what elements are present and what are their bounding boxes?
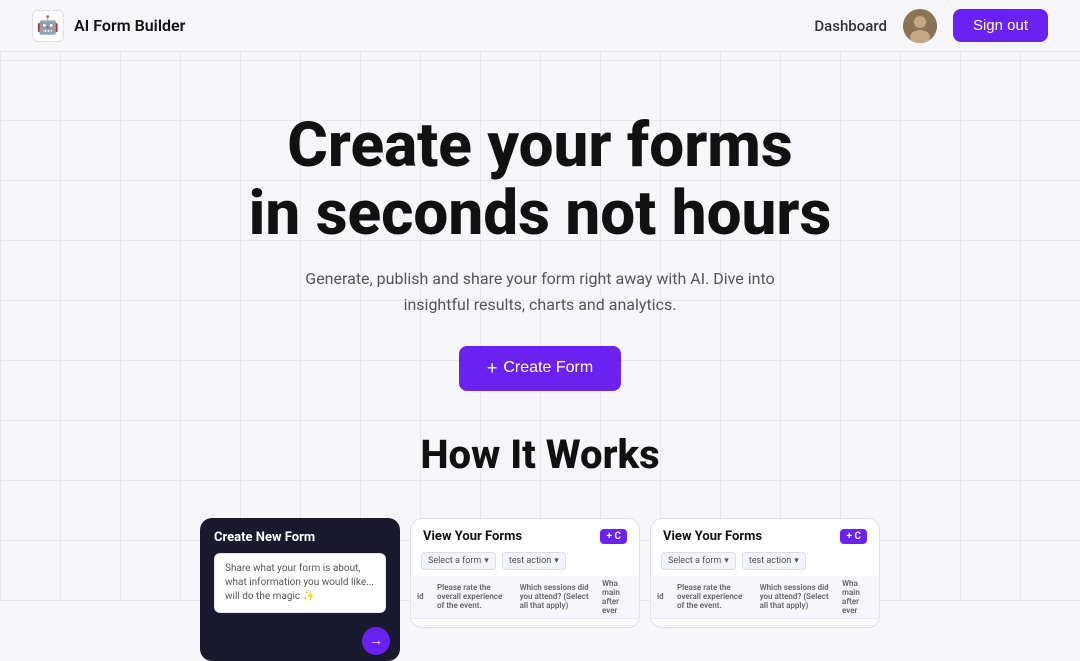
action-dropdown-2[interactable]: test action ▾ [742, 552, 806, 570]
chevron-down-icon-2: ▾ [554, 556, 559, 566]
avatar-image [903, 9, 937, 43]
signout-button[interactable]: Sign out [953, 9, 1048, 42]
select-row-1: Select a form ▾ test action ▾ [411, 552, 639, 576]
navbar: 🤖 AI Form Builder Dashboard Sign out [0, 0, 1080, 52]
col-extra-2: Wha main after ever [836, 576, 879, 619]
plus-badge-1[interactable]: + C [600, 529, 627, 544]
select-form-dropdown-2[interactable]: Select a form ▾ [661, 552, 736, 570]
navbar-right: Dashboard Sign out [814, 9, 1048, 43]
card-title: Create New Form [214, 530, 386, 545]
view-forms-title-1: View Your Forms [423, 529, 522, 544]
plus-icon: + [487, 358, 498, 379]
card-header: Create New Form Share what your form is … [200, 518, 400, 621]
table-header-row-2: id Please rate the overall experience of… [651, 576, 879, 619]
select-row-2: Select a form ▾ test action ▾ [651, 552, 879, 576]
table-row [651, 618, 879, 625]
dashboard-link[interactable]: Dashboard [814, 17, 887, 35]
submit-arrow-button[interactable]: → [362, 627, 390, 655]
select-form-dropdown-1[interactable]: Select a form ▾ [421, 552, 496, 570]
avatar-svg [903, 9, 937, 43]
chevron-down-icon-3: ▾ [724, 556, 729, 566]
app-title: AI Form Builder [74, 16, 185, 35]
view-forms-card-2: View Your Forms + C Select a form ▾ test… [650, 518, 880, 628]
table-header-row-1: id Please rate the overall experience of… [411, 576, 639, 619]
create-form-button[interactable]: + Create Form [459, 346, 621, 391]
arrow-right-icon: → [369, 632, 383, 649]
app-logo: 🤖 [32, 10, 64, 42]
form-description-input[interactable]: Share what your form is about, what info… [214, 553, 386, 613]
card-view-header-2: View Your Forms + C [651, 519, 879, 552]
chevron-down-icon-4: ▾ [794, 556, 799, 566]
how-it-works-section: How It Works [0, 421, 1080, 518]
card-arrow-area: → [200, 621, 400, 661]
plus-badge-2[interactable]: + C [840, 529, 867, 544]
view-forms-card-1: View Your Forms + C Select a form ▾ test… [410, 518, 640, 628]
hero-subtitle: Generate, publish and share your form ri… [305, 266, 775, 317]
hero-title: Create your forms in seconds not hours [20, 112, 1060, 248]
col-id-2: id [651, 576, 671, 619]
col-rate-1: Please rate the overall experience of th… [431, 576, 514, 619]
col-sessions-2: Which sessions did you attend? (Select a… [754, 576, 836, 619]
col-rate-2: Please rate the overall experience of th… [671, 576, 754, 619]
table-body-1 [411, 618, 639, 625]
navbar-left: 🤖 AI Form Builder [32, 10, 185, 42]
cards-row: Create New Form Share what your form is … [0, 518, 1080, 661]
avatar[interactable] [903, 9, 937, 43]
view-forms-title-2: View Your Forms [663, 529, 762, 544]
col-id-1: id [411, 576, 431, 619]
col-sessions-1: Which sessions did you attend? (Select a… [514, 576, 596, 619]
card-view-header-1: View Your Forms + C [411, 519, 639, 552]
action-dropdown-1[interactable]: test action ▾ [502, 552, 566, 570]
table-row [411, 618, 639, 625]
col-extra-1: Wha main after ever [596, 576, 639, 619]
hero-section: Create your forms in seconds not hours G… [0, 52, 1080, 421]
create-form-card: Create New Form Share what your form is … [200, 518, 400, 661]
chevron-down-icon: ▾ [484, 556, 489, 566]
how-it-works-title: How It Works [0, 431, 1080, 478]
table-body-2 [651, 618, 879, 625]
